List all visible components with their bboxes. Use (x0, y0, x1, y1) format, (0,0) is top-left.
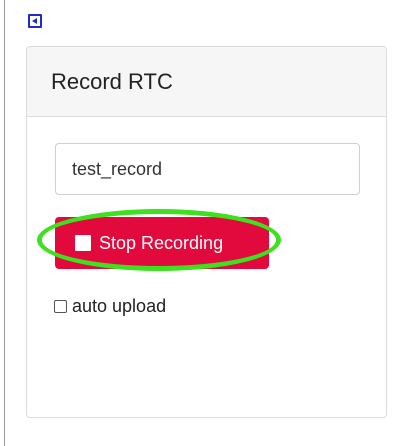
auto-upload-option[interactable]: auto upload (54, 296, 166, 317)
card-header: Record RTC (27, 47, 386, 117)
stop-recording-button[interactable]: Stop Recording (55, 217, 269, 269)
stop-square-icon (75, 235, 91, 251)
stop-recording-label: Stop Recording (99, 232, 224, 253)
page: Record RTC Stop Recording auto upload (0, 0, 404, 446)
card-title: Record RTC (51, 68, 173, 94)
filename-input[interactable] (55, 143, 360, 195)
collapse-left-icon (32, 18, 37, 24)
record-rtc-card: Record RTC Stop Recording auto upload (26, 46, 387, 418)
collapse-panel-button[interactable] (28, 14, 42, 28)
auto-upload-checkbox[interactable] (54, 300, 67, 313)
auto-upload-label: auto upload (72, 296, 167, 316)
left-divider (4, 0, 5, 446)
